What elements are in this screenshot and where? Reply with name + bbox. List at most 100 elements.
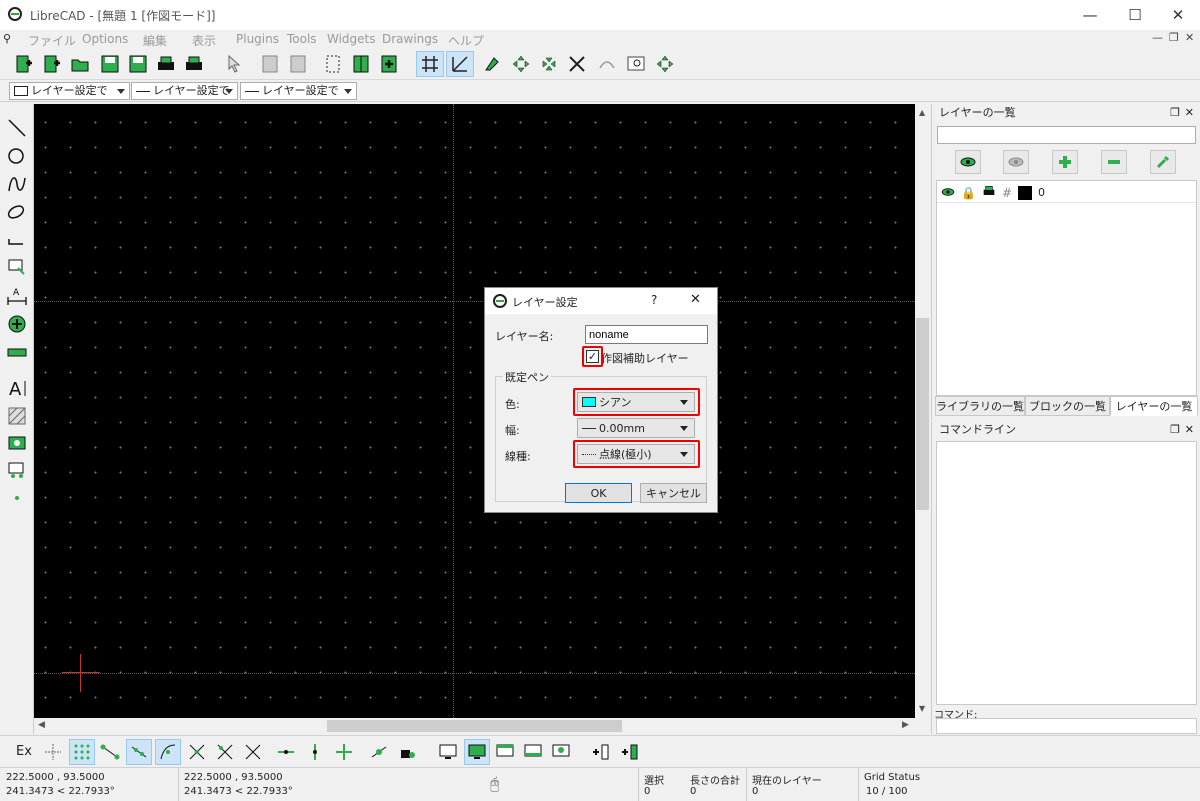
help-button[interactable]: ? — [651, 293, 657, 307]
layer-construction-icon[interactable]: # — [1002, 186, 1012, 200]
hatch-tool-icon[interactable] — [4, 404, 30, 428]
pen-width-combo[interactable]: 0.00mm — [577, 418, 695, 438]
edit-layer-button[interactable] — [1150, 150, 1176, 174]
tab-library[interactable]: ライブラリの一覧 — [935, 396, 1025, 416]
close-panel-icon[interactable]: ✕ — [1185, 421, 1194, 439]
copy-icon[interactable] — [349, 52, 373, 76]
command-input[interactable] — [936, 718, 1197, 734]
layer-print-icon[interactable] — [982, 185, 996, 200]
select-tool-icon[interactable] — [4, 256, 30, 280]
maximize-button[interactable]: ☐ — [1113, 0, 1157, 30]
view-monitor-2-icon[interactable] — [464, 739, 490, 765]
menu-help[interactable]: ヘルプ — [448, 32, 484, 49]
image-tool-icon[interactable] — [4, 430, 30, 454]
draft-mode-icon[interactable] — [446, 51, 474, 77]
close-window-button[interactable]: ✕ — [1156, 0, 1200, 30]
remove-layer-button[interactable] — [1101, 150, 1127, 174]
polyline-tool-icon[interactable] — [4, 228, 30, 252]
block-tool-icon[interactable] — [4, 458, 30, 482]
scroll-down-icon[interactable]: ▼ — [919, 704, 925, 713]
zoom-window-icon[interactable] — [624, 52, 648, 76]
dialog-close-button[interactable]: ✕ — [690, 292, 701, 307]
add-block-icon[interactable] — [588, 739, 614, 765]
menu-tools[interactable]: Tools — [287, 32, 317, 46]
ellipse-tool-icon[interactable] — [4, 200, 30, 224]
menu-plugins[interactable]: Plugins — [236, 32, 279, 46]
menu-view[interactable]: 表示 — [192, 32, 216, 49]
paste-icon[interactable] — [377, 52, 401, 76]
show-all-layers-button[interactable] — [955, 150, 981, 174]
zoom-pan-icon[interactable] — [653, 52, 677, 76]
snap-entity-icon[interactable] — [126, 739, 152, 765]
menu-options[interactable]: Options — [82, 32, 128, 46]
scroll-up-icon[interactable]: ▲ — [919, 108, 925, 117]
menu-file[interactable]: ファイル — [28, 32, 76, 49]
select-pointer-icon[interactable] — [222, 52, 246, 76]
snap-free-icon[interactable] — [40, 739, 66, 765]
restrict-orthogonal-icon[interactable] — [331, 739, 357, 765]
redraw-icon[interactable] — [480, 52, 504, 76]
point-tool-icon[interactable] — [4, 486, 30, 510]
lock-relative-zero-icon[interactable] — [395, 739, 421, 765]
menu-widgets[interactable]: Widgets — [327, 32, 376, 46]
tab-blocks[interactable]: ブロックの一覧 — [1025, 396, 1110, 416]
save-as-icon[interactable] — [126, 52, 150, 76]
doc-menu-icon[interactable]: ⚲ — [3, 32, 11, 45]
layer-pen-width-combo[interactable]: レイヤー設定で — [131, 82, 238, 100]
mdi-restore-button[interactable]: ❐ — [1169, 31, 1179, 44]
exclusive-snap-label[interactable]: Ex — [16, 744, 32, 759]
vertical-scroll-thumb[interactable] — [916, 318, 929, 510]
restrict-vertical-icon[interactable] — [302, 739, 328, 765]
layer-name-input[interactable] — [585, 325, 708, 344]
insert-block-icon[interactable] — [617, 739, 643, 765]
snap-middle-icon[interactable] — [184, 739, 210, 765]
snap-endpoint-icon[interactable] — [97, 739, 123, 765]
snap-distance-icon[interactable] — [212, 739, 238, 765]
circle-tool-icon[interactable] — [4, 144, 30, 168]
view-monitor-4-icon[interactable] — [520, 739, 546, 765]
layer-search-input[interactable] — [937, 126, 1196, 144]
save-icon[interactable] — [98, 52, 122, 76]
print-icon[interactable] — [154, 52, 178, 76]
menu-drawings[interactable]: Drawings — [382, 32, 438, 46]
restrict-horizontal-icon[interactable] — [273, 739, 299, 765]
layer-pen-linetype-combo[interactable]: レイヤー設定で — [240, 82, 357, 100]
drawing-canvas[interactable] — [34, 104, 915, 718]
layer-color-icon[interactable] — [1018, 185, 1033, 200]
line-tool-icon[interactable] — [4, 116, 30, 140]
mdi-minimize-button[interactable]: — — [1152, 31, 1163, 44]
measure-tool-icon[interactable] — [4, 340, 30, 364]
ok-button[interactable]: OK — [565, 483, 632, 503]
text-tool-icon[interactable]: A — [4, 376, 30, 400]
layer-lock-icon[interactable]: 🔒 — [961, 186, 976, 200]
view-monitor-1-icon[interactable] — [435, 739, 461, 765]
modify-tool-icon[interactable] — [4, 312, 30, 336]
zoom-previous-icon[interactable] — [595, 52, 619, 76]
view-monitor-3-icon[interactable] — [492, 739, 518, 765]
horizontal-scroll-thumb[interactable] — [327, 720, 622, 732]
curve-tool-icon[interactable] — [4, 172, 30, 196]
zoom-auto-icon[interactable] — [565, 52, 589, 76]
dimension-tool-icon[interactable]: A — [4, 284, 30, 308]
layer-pen-color-combo[interactable]: レイヤー設定で — [9, 82, 130, 100]
print-preview-icon[interactable] — [182, 52, 206, 76]
horizontal-scrollbar[interactable]: ◀ ▶ — [34, 718, 915, 734]
open-file-icon[interactable] — [68, 52, 92, 76]
layer-visible-icon[interactable] — [941, 186, 955, 200]
mdi-close-button[interactable]: ✕ — [1185, 31, 1194, 44]
float-panel-icon[interactable]: ❐ — [1170, 104, 1180, 122]
snap-grid-icon[interactable] — [69, 739, 95, 765]
vertical-scrollbar[interactable]: ▲ ▼ — [915, 104, 930, 718]
snap-intersection-icon[interactable] — [240, 739, 266, 765]
undo-icon[interactable] — [258, 52, 282, 76]
view-monitor-5-icon[interactable] — [548, 739, 574, 765]
new-file-icon[interactable] — [12, 52, 36, 76]
zoom-in-icon[interactable] — [509, 52, 533, 76]
scroll-left-icon[interactable]: ◀ — [38, 720, 45, 730]
cut-icon[interactable] — [321, 52, 345, 76]
add-layer-button[interactable] — [1052, 150, 1078, 174]
layer-row[interactable]: 🔒 # 0 — [937, 183, 1196, 203]
new-from-template-icon[interactable] — [40, 52, 64, 76]
menu-edit[interactable]: 編集 — [143, 32, 167, 49]
tab-layers[interactable]: レイヤーの一覧 — [1110, 396, 1198, 416]
